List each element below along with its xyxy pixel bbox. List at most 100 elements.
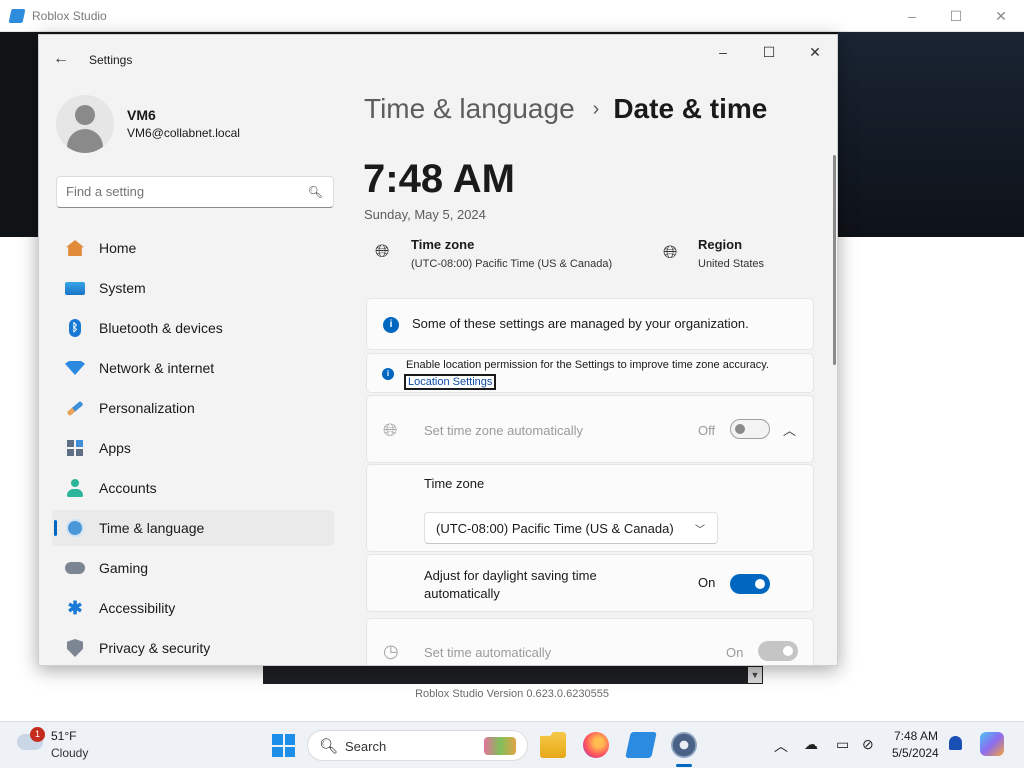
daylight-saving-row[interactable]: Adjust for daylight saving time automati…	[366, 554, 814, 612]
sidebar-item-bluetooth[interactable]: ᛒ Bluetooth & devices	[52, 310, 334, 346]
brush-icon	[65, 398, 85, 418]
sidebar-item-system[interactable]: System	[52, 270, 334, 306]
managed-notice: i Some of these settings are managed by …	[366, 298, 814, 350]
sidebar-item-label: Personalization	[99, 400, 195, 416]
sidebar-item-label: Bluetooth & devices	[99, 320, 223, 336]
shield-icon	[65, 638, 85, 658]
sidebar-item-gaming[interactable]: Gaming	[52, 550, 334, 586]
accessibility-icon: ✱	[67, 597, 83, 618]
page-title: Date & time	[613, 93, 768, 124]
globe-icon: 🌐︎	[663, 242, 678, 262]
sidebar-item-accessibility[interactable]: ✱ Accessibility	[52, 590, 334, 626]
weather-temp[interactable]: 51°F	[51, 729, 76, 743]
sidebar-item-label: Network & internet	[99, 360, 215, 376]
close-button[interactable]: ✕	[803, 41, 827, 63]
time-zone-dropdown[interactable]: (UTC-08:00) Pacific Time (US & Canada) ﹀	[424, 512, 718, 544]
sidebar-item-label: Time & language	[99, 520, 205, 536]
minimize-icon[interactable]: –	[902, 6, 922, 26]
user-email: VM6@collabnet.local	[127, 126, 240, 140]
account-icon	[65, 478, 85, 498]
avatar[interactable]	[56, 95, 114, 153]
chevron-up-icon[interactable]: ︿	[783, 420, 796, 439]
set-time-auto-row[interactable]: ◷ Set time automatically On	[366, 618, 814, 665]
onedrive-icon[interactable]: ☁	[804, 736, 818, 753]
sidebar-item-time-language[interactable]: Time & language	[52, 510, 334, 546]
sidebar-item-label: Apps	[99, 440, 131, 456]
sidebar-item-label: Accounts	[99, 480, 157, 496]
search-input[interactable]	[66, 184, 296, 199]
search-icon[interactable]: 🔍︎	[308, 185, 323, 199]
active-app-indicator	[676, 764, 692, 767]
roblox-studio-icon[interactable]	[625, 732, 657, 758]
minimize-button[interactable]: –	[711, 41, 735, 63]
sidebar-item-label: Gaming	[99, 560, 149, 576]
time-zone-value: (UTC-08:00) Pacific Time (US & Canada)	[411, 258, 613, 270]
time-zone-section: Time zone (UTC-08:00) Pacific Time (US &…	[366, 464, 814, 552]
sidebar-item-label: Home	[99, 240, 137, 256]
set-time-auto-label: Set time automatically	[424, 645, 552, 660]
clock-date[interactable]: 5/5/2024	[892, 746, 939, 760]
maximize-icon[interactable]: ☐	[946, 6, 966, 26]
set-time-auto-toggle[interactable]	[758, 641, 798, 661]
taskbar-search-label: Search	[345, 739, 387, 754]
home-icon	[65, 238, 85, 258]
close-icon[interactable]: ✕	[991, 6, 1011, 26]
location-notice: i Enable location permission for the Set…	[366, 353, 814, 393]
back-arrow-icon[interactable]: ←	[53, 50, 69, 68]
file-explorer-icon[interactable]	[540, 732, 566, 758]
search-icon: 🔍︎	[319, 738, 339, 755]
notification-bell-icon[interactable]	[949, 736, 962, 750]
maximize-button[interactable]: ☐	[757, 41, 781, 63]
firefox-icon[interactable]	[583, 732, 609, 758]
roblox-version-text: Roblox Studio Version 0.623.0.6230555	[415, 688, 609, 700]
network-icon[interactable]: ⊘	[862, 736, 874, 753]
clock-time[interactable]: 7:48 AM	[894, 729, 938, 743]
search-box[interactable]: 🔍︎	[56, 176, 334, 208]
daylight-saving-state: On	[698, 575, 716, 590]
roblox-titlebar: Roblox Studio – ☐ ✕	[0, 0, 1024, 32]
copilot-icon[interactable]	[980, 732, 1004, 756]
chevron-up-icon[interactable]: ︿	[774, 736, 788, 756]
gamepad-icon	[65, 558, 85, 578]
daylight-saving-toggle[interactable]	[730, 574, 770, 594]
set-time-zone-auto-row[interactable]: 🌐︎ Set time zone automatically Off ︿	[366, 395, 814, 463]
settings-title: Settings	[89, 53, 133, 67]
set-time-auto-state: On	[726, 645, 744, 660]
breadcrumb-parent[interactable]: Time & language	[364, 93, 575, 125]
managed-notice-text: Some of these settings are managed by yo…	[412, 316, 749, 331]
settings-gear-icon[interactable]	[671, 732, 697, 758]
set-time-zone-auto-label: Set time zone automatically	[424, 423, 583, 438]
dropdown-arrow-icon[interactable]: ▼	[748, 667, 762, 683]
sidebar-item-personalization[interactable]: Personalization	[52, 390, 334, 426]
apps-icon	[65, 438, 85, 458]
weather-desc[interactable]: Cloudy	[51, 746, 88, 760]
daylight-saving-label: Adjust for daylight saving time automati…	[424, 568, 597, 601]
taskbar-search[interactable]: 🔍︎ Search	[307, 730, 528, 761]
content-scrollbar[interactable]	[833, 155, 836, 365]
weather-badge: 1	[30, 727, 45, 742]
system-icon	[65, 278, 85, 298]
info-icon: i	[382, 368, 394, 380]
sidebar-item-home[interactable]: Home	[52, 230, 334, 266]
user-name: VM6	[127, 107, 156, 123]
time-zone-label: Time zone	[424, 476, 485, 491]
sidebar-item-label: Accessibility	[99, 600, 176, 616]
clock-icon: ◷	[383, 641, 399, 661]
location-notice-text: Enable location permission for the Setti…	[406, 359, 769, 371]
globe-clock-icon: 🌐︎	[375, 241, 390, 261]
sidebar-item-privacy[interactable]: Privacy & security	[52, 630, 334, 665]
region-title: Region	[698, 237, 743, 252]
sidebar-item-network[interactable]: Network & internet	[52, 350, 334, 386]
location-settings-link[interactable]: Location Settings	[404, 374, 497, 390]
sidebar-nav: Home System ᛒ Bluetooth & devices Networ…	[52, 230, 334, 665]
monitor-icon[interactable]: ▭	[836, 736, 849, 753]
sidebar-item-apps[interactable]: Apps	[52, 430, 334, 466]
windows-start-icon[interactable]	[272, 734, 295, 757]
roblox-window-title: Roblox Studio	[32, 8, 107, 23]
set-time-zone-auto-toggle[interactable]	[730, 419, 770, 439]
settings-window: ← Settings – ☐ ✕ VM6 VM6@collabnet.local…	[38, 34, 838, 666]
sidebar-item-accounts[interactable]: Accounts	[52, 470, 334, 506]
sidebar-item-label: Privacy & security	[99, 640, 211, 656]
region-value: United States	[698, 258, 765, 270]
set-time-zone-auto-state: Off	[698, 423, 716, 438]
